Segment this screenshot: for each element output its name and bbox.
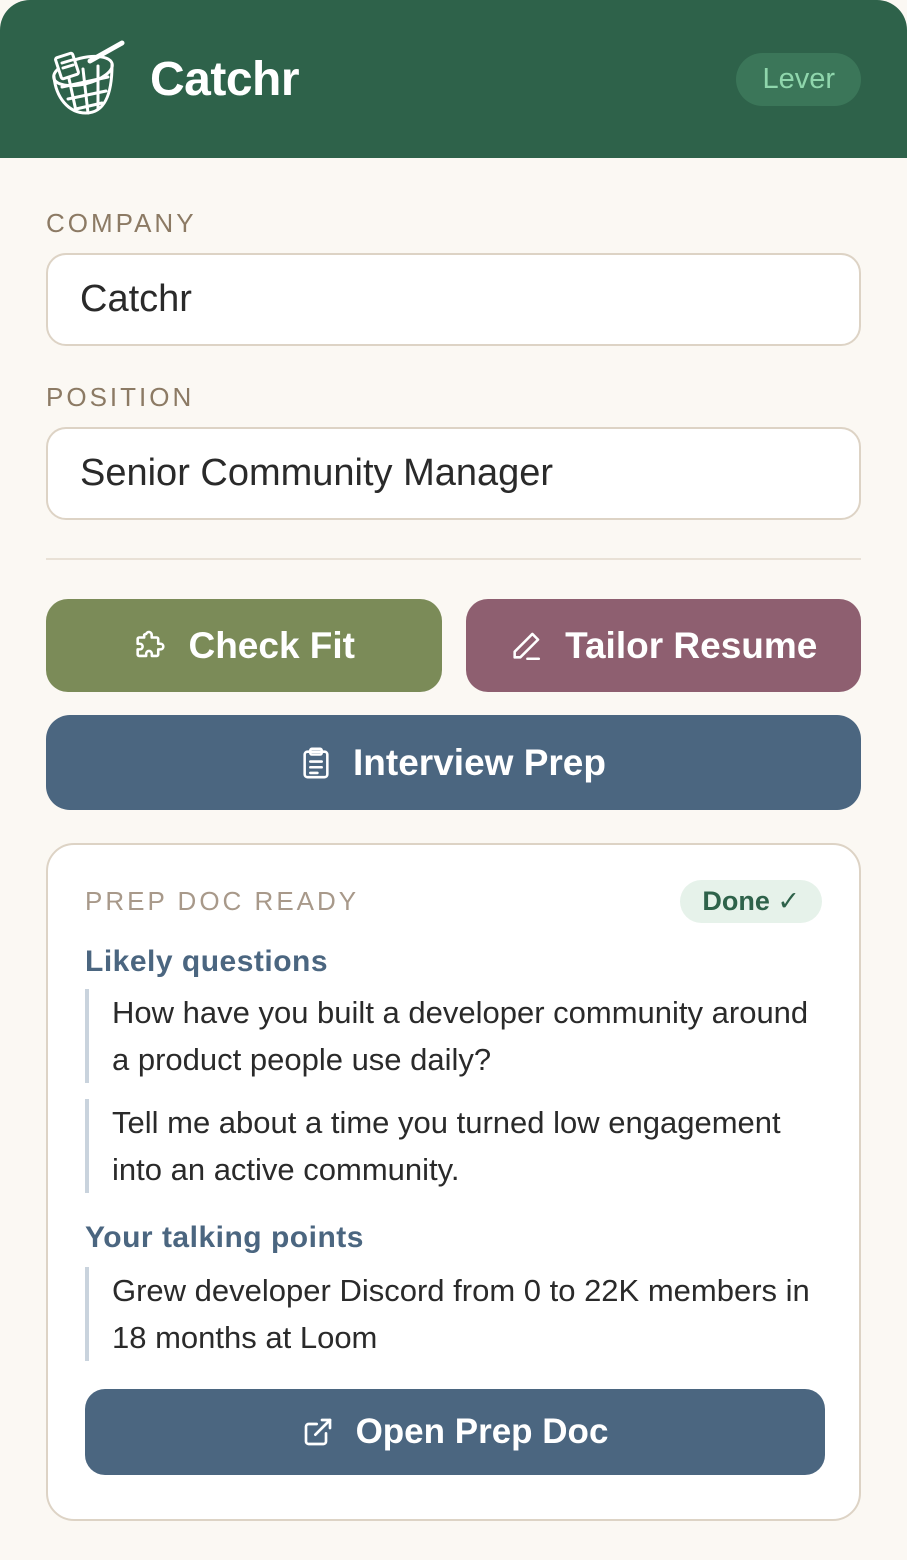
open-prep-doc-button[interactable]: Open Prep Doc: [85, 1389, 825, 1475]
open-prep-doc-label: Open Prep Doc: [355, 1412, 609, 1451]
prep-doc-header: PREP DOC READY Done ✓: [85, 879, 822, 923]
action-row: Check Fit Tailor Resume: [46, 599, 861, 692]
prep-doc-title: PREP DOC READY: [85, 885, 360, 916]
tailor-resume-label: Tailor Resume: [565, 624, 818, 666]
company-label: COMPANY: [46, 208, 197, 238]
divider: [46, 558, 861, 560]
likely-questions-heading: Likely questions: [85, 945, 329, 978]
puzzle-icon: [136, 630, 165, 657]
app-header: Catchr Lever: [0, 0, 907, 158]
panel-body: COMPANY POSITION Check Fit Tailor Resume: [0, 208, 907, 1521]
status-badge: Done ✓: [680, 879, 822, 923]
net-logo-icon: [46, 39, 126, 119]
prep-doc-card: PREP DOC READY Done ✓ Likely questions H…: [46, 843, 861, 1521]
tailor-resume-button[interactable]: Tailor Resume: [465, 599, 861, 692]
pencil-icon: [513, 632, 541, 660]
extension-panel: Catchr Lever COMPANY POSITION Check Fit …: [0, 0, 907, 1560]
talking-point-item: Grew developer Discord from 0 to 22K mem…: [85, 1267, 822, 1361]
question-item: Tell me about a time you turned low enga…: [85, 1099, 822, 1193]
talking-points-heading: Your talking points: [85, 1221, 364, 1254]
position-input[interactable]: [46, 427, 861, 520]
source-badge: Lever: [736, 53, 861, 106]
position-label: POSITION: [46, 382, 195, 412]
company-input[interactable]: [46, 253, 861, 346]
external-link-icon: [304, 1418, 331, 1446]
app-title: Catchr: [150, 52, 300, 106]
clipboard-icon: [303, 747, 329, 778]
interview-prep-label: Interview Prep: [353, 741, 606, 783]
check-fit-label: Check Fit: [188, 624, 356, 666]
interview-prep-button[interactable]: Interview Prep: [46, 715, 861, 810]
question-item: How have you built a developer community…: [85, 989, 822, 1083]
check-fit-button[interactable]: Check Fit: [46, 599, 442, 692]
